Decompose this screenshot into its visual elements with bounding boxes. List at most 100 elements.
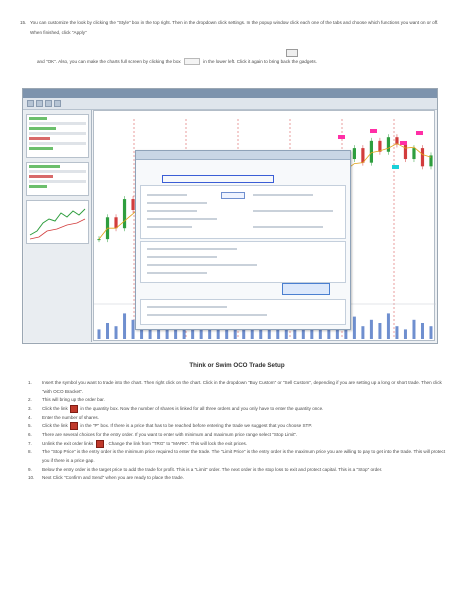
toolbar-button-icon [54,100,61,107]
platform-screenshot [22,88,438,344]
step-text: . Change the link from "TRG" to "MARK". … [104,440,248,446]
order-type-select[interactable] [221,192,245,199]
order-entry-section [140,185,346,239]
order-summary-section [140,299,346,325]
volume-bar [369,319,373,339]
signal-marker-pink [416,131,423,135]
intro-text-2b: in the lower left. Click it again to bri… [203,59,317,64]
window-toolbar [23,98,437,110]
step-text: There are several choices for the entry … [42,432,298,437]
step-text: The "Stop Price" is the entry order is t… [42,449,446,463]
volume-bar [386,313,390,339]
step-number: 2. [28,397,32,403]
volume-bar [97,329,101,339]
quotes-gadget [26,162,89,196]
volume-bar [378,323,382,339]
candle-body [352,148,356,160]
step-text: Unlink the exit order links [42,440,95,446]
intro-step-number: 15. [20,20,27,25]
step-item: 6. There are several choices for the entr… [28,431,452,440]
confirm-and-send-button[interactable] [282,283,330,295]
candle-body [403,144,408,160]
order-dialog [135,150,351,330]
volume-bar [412,319,416,339]
volume-bar [233,329,237,339]
volume-bar [429,326,433,339]
step-number: 5. [28,423,32,429]
volume-bar [403,329,407,339]
candle-body [412,148,416,160]
step-text: Click the link [42,423,70,429]
intro-paragraph-2: and "OK". Also, you can make the charts … [37,57,450,67]
link-icon [95,439,104,448]
step-item: 9. Below the entry order is the target pr… [28,466,452,475]
window-titlebar [23,89,437,98]
style-button-icon [286,48,298,57]
intro-paragraph-1: 15. You can customize the look by clicki… [20,18,450,38]
step-text: Click the link [42,406,70,411]
watchlist-gadget [26,114,89,158]
signal-marker-pink [400,141,407,145]
volume-bar [361,326,365,339]
candle-body [361,148,365,163]
step-number: 7. [28,440,32,446]
volume-bar [123,313,127,339]
toolbar-button-icon [45,100,52,107]
candle-body [386,137,391,152]
step-item: 8. The "Stop Price" is the entry order is… [28,448,452,465]
step-item: 1. Insert the symbol you want to trade in… [28,379,452,396]
step-item: 7. Unlink the exit order links . Change t… [28,439,452,449]
link-icon [70,422,79,431]
bracket-orders-section [140,241,346,283]
volume-bar [114,326,118,339]
step-text: Below the entry order is the target pric… [42,466,383,472]
gadgets-sidebar [24,110,92,342]
step-text: in the quantity box. Now the number of s… [79,406,324,411]
volume-bar [140,329,144,339]
mini-chart-svg [29,208,86,240]
toolbar-button-icon [36,100,43,107]
document-page: 15. You can customize the look by clicki… [0,0,474,613]
order-dialog-titlebar [136,151,350,160]
step-text: Next Click "Confirm and Send" when you a… [42,475,184,481]
step-number: 9. [28,466,32,472]
candle-body [114,217,118,229]
step-text: in the "P" box. If there is a price that… [79,423,313,429]
volume-bar [352,316,356,339]
signal-marker-pink [370,129,377,133]
candle-body [97,239,101,241]
step-item: 5. Click the link in the "P" box. If ther… [28,422,452,431]
step-number: 8. [28,449,32,455]
setup-steps-list: 1. Insert the symbol you want to trade in… [28,379,452,483]
step-number: 6. [28,432,32,437]
signal-marker-cyan [392,165,399,169]
link-icon [70,404,79,413]
intro-text-1: You can customize the look by clicking t… [30,20,439,35]
mini-chart-gadget [26,200,89,244]
step-number: 4. [28,414,32,420]
volume-bar [344,329,348,339]
step-number: 1. [28,380,32,385]
volume-bar [395,326,399,339]
signal-marker-pink [338,135,345,139]
highlight-box [162,175,274,183]
toolbar-button-icon [27,100,34,107]
volume-bar [106,323,110,339]
fullscreen-box-icon [183,58,200,66]
candle-body [122,199,127,229]
candle-body [420,148,425,167]
step-item: 3. Click the link in the quantity box. No… [28,404,452,414]
step-item: 10. Next Click "Confirm and Send" when yo… [28,474,452,483]
step-number: 10. [28,475,35,481]
candle-body [369,140,374,163]
section-title: Think or Swim OCO Trade Setup [189,362,285,369]
step-item: 4. Enter the number of shares. [28,414,452,423]
volume-bar [420,323,424,339]
step-text: This will bring up the order bar. [42,397,105,403]
volume-bar [182,329,186,339]
step-item: 2. This will bring up the order bar. [28,396,452,405]
intro-text-2a: and "OK". Also, you can make the charts … [37,59,181,64]
step-text: Insert the symbol you want to trade into… [42,380,442,394]
mini-chart-line [29,208,86,236]
volume-bar [293,329,297,339]
